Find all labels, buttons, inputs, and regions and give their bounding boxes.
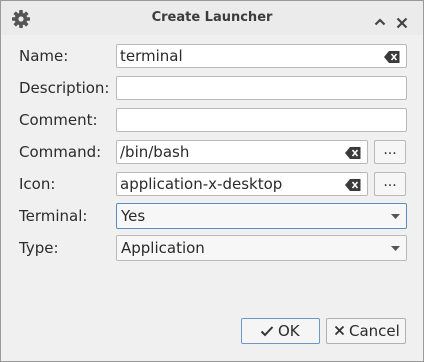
comment-label: Comment: <box>19 111 98 129</box>
ok-button[interactable]: OK <box>241 318 320 344</box>
cancel-x-icon <box>334 325 345 336</box>
dropdown-arrow-icon <box>391 214 400 219</box>
command-label: Command: <box>19 143 102 161</box>
ok-button-label: OK <box>278 322 300 340</box>
name-value: terminal <box>120 47 183 65</box>
browse-command-button[interactable]: ... <box>374 140 406 164</box>
checkmark-icon <box>260 326 274 337</box>
command-value: /bin/bash <box>120 143 190 161</box>
icon-label: Icon: <box>19 175 56 193</box>
clear-text-icon[interactable] <box>345 179 361 191</box>
name-field[interactable]: terminal <box>116 44 407 68</box>
command-field[interactable]: /bin/bash <box>116 140 368 164</box>
icon-field[interactable]: application-x-desktop <box>116 172 368 196</box>
terminal-select[interactable]: Yes <box>116 203 407 229</box>
dialog-title: Create Launcher <box>151 10 273 25</box>
type-selected-value: Application <box>121 239 205 257</box>
icon-value: application-x-desktop <box>120 175 283 193</box>
chevron-up-icon[interactable] <box>374 18 386 26</box>
clear-text-icon[interactable] <box>384 51 400 63</box>
cancel-button-label: Cancel <box>349 322 400 340</box>
terminal-selected-value: Yes <box>121 207 146 225</box>
clear-text-icon[interactable] <box>345 147 361 159</box>
type-select[interactable]: Application <box>116 235 407 261</box>
cancel-button[interactable]: Cancel <box>326 318 406 344</box>
dropdown-arrow-icon <box>391 246 400 251</box>
comment-field[interactable] <box>116 108 407 132</box>
create-launcher-dialog: Create Launcher Name: terminal Descripti… <box>0 0 424 362</box>
description-label: Description: <box>19 79 110 97</box>
title-bar[interactable]: Create Launcher <box>1 1 423 35</box>
description-field[interactable] <box>116 76 407 100</box>
terminal-label: Terminal: <box>19 207 88 225</box>
close-icon[interactable] <box>396 17 408 29</box>
type-label: Type: <box>19 239 59 257</box>
name-label: Name: <box>19 47 69 65</box>
browse-icon-button[interactable]: ... <box>374 172 406 196</box>
